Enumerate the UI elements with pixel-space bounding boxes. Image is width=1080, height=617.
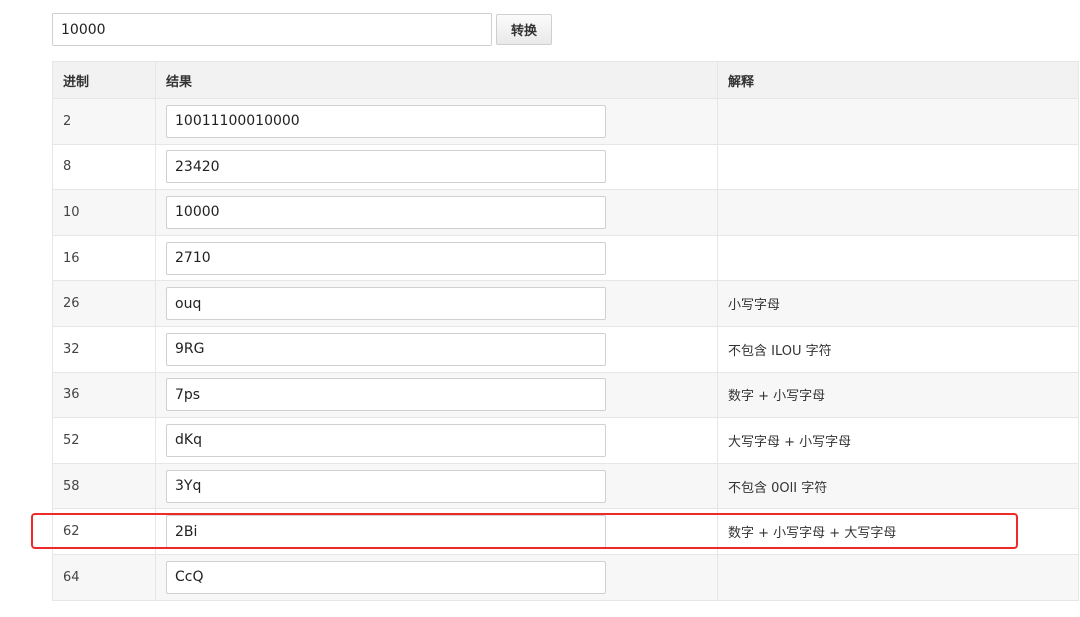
row-base: 8 (52, 143, 156, 191)
table-row: 64 (52, 553, 1079, 601)
base-converter-page: 转换 进制 结果 解释 2 8 (0, 0, 1080, 617)
result-field[interactable] (166, 423, 606, 457)
row-result-cell (155, 280, 718, 327)
row-base: 32 (52, 325, 156, 373)
row-result-cell (155, 553, 718, 601)
header-result: 结果 (155, 61, 718, 99)
conversion-table: 进制 结果 解释 2 8 10 16 (52, 61, 1079, 601)
number-input[interactable] (52, 13, 492, 46)
row-result-cell (155, 189, 718, 236)
row-note: 不包含 0OlI 字符 (717, 462, 1079, 510)
table-row: 8 (52, 143, 1079, 191)
header-base: 进制 (52, 61, 156, 99)
table-row: 16 (52, 234, 1079, 282)
row-result-cell (155, 371, 718, 419)
result-field[interactable] (166, 241, 606, 275)
row-note: 不包含 ILOU 字符 (717, 325, 1079, 373)
table-row: 52 大写字母 + 小写字母 (52, 417, 1079, 464)
row-base: 2 (52, 98, 156, 145)
row-base: 10 (52, 189, 156, 236)
table-row: 36 数字 + 小写字母 (52, 371, 1079, 419)
row-base: 58 (52, 462, 156, 510)
row-result-cell (155, 234, 718, 282)
header-note: 解释 (717, 61, 1079, 99)
table-header-row: 进制 结果 解释 (52, 61, 1079, 99)
row-base: 16 (52, 234, 156, 282)
row-note (717, 234, 1079, 282)
row-note: 小写字母 (717, 280, 1079, 327)
result-field[interactable] (166, 104, 606, 138)
row-base: 64 (52, 553, 156, 601)
table-row: 32 不包含 ILOU 字符 (52, 325, 1079, 373)
result-field[interactable] (166, 195, 606, 229)
row-result-cell (155, 417, 718, 464)
row-result-cell (155, 98, 718, 145)
converter-toolbar: 转换 (52, 13, 552, 46)
row-note: 大写字母 + 小写字母 (717, 417, 1079, 464)
row-note (717, 98, 1079, 145)
result-field[interactable] (166, 560, 606, 594)
result-field[interactable] (166, 287, 606, 321)
row-note (717, 553, 1079, 601)
table-row: 26 小写字母 (52, 280, 1079, 327)
row-note (717, 143, 1079, 191)
result-field[interactable] (166, 515, 606, 549)
row-result-cell (155, 325, 718, 373)
table-row: 58 不包含 0OlI 字符 (52, 462, 1079, 510)
result-field[interactable] (166, 150, 606, 184)
row-result-cell (155, 462, 718, 510)
row-base: 62 (52, 508, 156, 555)
table-row-highlighted: 62 数字 + 小写字母 + 大写字母 (52, 508, 1079, 555)
table-row: 2 (52, 98, 1079, 145)
row-base: 26 (52, 280, 156, 327)
row-note: 数字 + 小写字母 (717, 371, 1079, 419)
table-row: 10 (52, 189, 1079, 236)
row-note (717, 189, 1079, 236)
row-note: 数字 + 小写字母 + 大写字母 (717, 508, 1079, 555)
row-result-cell (155, 143, 718, 191)
result-field[interactable] (166, 469, 606, 503)
result-field[interactable] (166, 378, 606, 412)
convert-button[interactable]: 转换 (496, 14, 552, 45)
row-base: 36 (52, 371, 156, 419)
row-base: 52 (52, 417, 156, 464)
result-field[interactable] (166, 332, 606, 366)
row-result-cell (155, 508, 718, 555)
